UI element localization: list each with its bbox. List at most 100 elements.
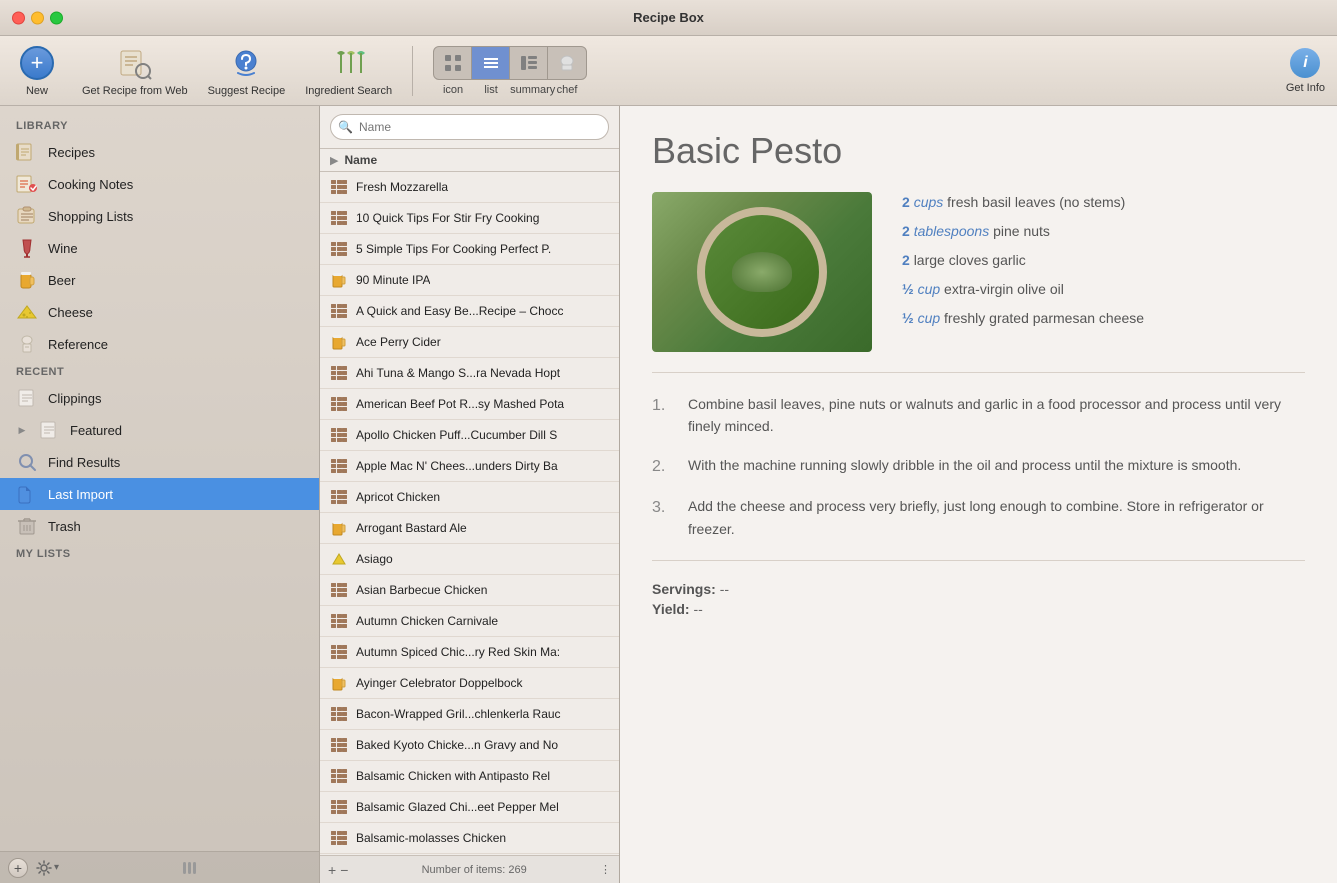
add-item-button[interactable]: + — [328, 862, 336, 878]
traffic-lights — [12, 11, 63, 24]
ingredient-description: extra-virgin olive oil — [944, 281, 1064, 297]
ingredient-amount: 2 — [902, 223, 910, 239]
ingredient-search-button[interactable]: Ingredient Search — [305, 45, 392, 97]
list-item[interactable]: Ace Perry Cider — [320, 327, 619, 358]
ingredient-item: ½ cup freshly grated parmesan cheese — [902, 308, 1305, 329]
sidebar-item-shopping-lists-label: Shopping Lists — [48, 209, 133, 224]
list-search-area: 🔍 — [320, 106, 619, 149]
close-button[interactable] — [12, 11, 25, 24]
list-item-name: Autumn Spiced Chic...ry Red Skin Ma: — [356, 645, 560, 659]
list-item[interactable]: 90 Minute IPA — [320, 265, 619, 296]
list-item-name: Arrogant Bastard Ale — [356, 521, 467, 535]
list-footer-right: ⋮ — [600, 863, 611, 876]
list-item[interactable]: 10 Quick Tips For Stir Fry Cooking — [320, 203, 619, 234]
list-item[interactable]: Arrogant Bastard Ale — [320, 513, 619, 544]
get-recipe-icon — [117, 45, 153, 81]
view-chef-label: chef — [548, 84, 586, 96]
sidebar-item-wine[interactable]: Wine — [0, 232, 319, 264]
shopping-lists-icon — [16, 205, 38, 227]
view-chef-button[interactable] — [548, 47, 586, 79]
view-summary-label: summary — [510, 84, 548, 96]
list-item[interactable]: Fresh Mozzarella — [320, 172, 619, 203]
get-recipe-button[interactable]: Get Recipe from Web — [82, 45, 188, 97]
list-item-name: Ace Perry Cider — [356, 335, 441, 349]
list-item[interactable]: Asian Barbecue Chicken — [320, 575, 619, 606]
sidebar-item-beer[interactable]: Beer — [0, 264, 319, 296]
sidebar-item-cooking-notes[interactable]: Cooking Notes — [0, 168, 319, 200]
view-summary-button[interactable] — [510, 47, 548, 79]
ingredient-item: 2 large cloves garlic — [902, 250, 1305, 271]
view-icon-button[interactable] — [434, 47, 472, 79]
search-input[interactable] — [330, 114, 609, 140]
sidebar-item-clippings[interactable]: Clippings — [0, 382, 319, 414]
list-item[interactable]: Autumn Spiced Chic...ry Red Skin Ma: — [320, 637, 619, 668]
list-item[interactable]: Autumn Chicken Carnivale — [320, 606, 619, 637]
list-item[interactable]: A Quick and Easy Be...Recipe – Chocc — [320, 296, 619, 327]
view-list-label: list — [472, 84, 510, 96]
list-item-type-icon — [330, 767, 348, 785]
reference-icon — [16, 333, 38, 355]
ingredient-unit: cup — [918, 310, 941, 326]
featured-expand-icon: ▶ — [16, 424, 28, 436]
sidebar-item-last-import[interactable]: Last Import — [0, 478, 319, 510]
suggest-recipe-button[interactable]: Suggest Recipe — [208, 45, 286, 97]
list-item-name: 10 Quick Tips For Stir Fry Cooking — [356, 211, 539, 225]
maximize-button[interactable] — [50, 11, 63, 24]
clippings-icon — [16, 387, 38, 409]
ingredient-amount: ½ — [902, 281, 914, 297]
list-item-type-icon — [330, 829, 348, 847]
sidebar-item-recipes[interactable]: Recipes — [0, 136, 319, 168]
gear-button[interactable]: ▾ — [36, 860, 59, 876]
list-item[interactable]: Apple Mac N' Chees...unders Dirty Ba — [320, 451, 619, 482]
list-item[interactable]: Balsamic Chicken with Antipasto Rel — [320, 761, 619, 792]
list-item[interactable]: American Beef Pot R...sy Mashed Pota — [320, 389, 619, 420]
list-item[interactable]: Apollo Chicken Puff...Cucumber Dill S — [320, 420, 619, 451]
remove-item-button[interactable]: − — [340, 862, 348, 878]
sidebar-content: LIBRARY Recipes — [0, 106, 319, 851]
view-list-button[interactable] — [472, 47, 510, 79]
list-item[interactable]: Bacon-Wrapped Gril...chlenkerla Rauc — [320, 699, 619, 730]
ingredient-description: large cloves garlic — [914, 252, 1026, 268]
sidebar-item-shopping-lists[interactable]: Shopping Lists — [0, 200, 319, 232]
get-info-button[interactable]: i Get Info — [1286, 48, 1325, 94]
sidebar-item-cheese[interactable]: Cheese — [0, 296, 319, 328]
resize-handle[interactable]: ⋮ — [600, 863, 611, 876]
list-item-type-icon — [330, 798, 348, 816]
sidebar-item-featured[interactable]: ▶ Featured — [0, 414, 319, 446]
new-button[interactable]: + New — [12, 45, 62, 97]
list-item-name: 90 Minute IPA — [356, 273, 430, 287]
list-item[interactable]: Baked Kyoto Chicke...n Gravy and No — [320, 730, 619, 761]
list-item[interactable]: Ayinger Celebrator Doppelbock — [320, 668, 619, 699]
pesto-circle — [697, 207, 827, 337]
get-info-icon: i — [1290, 48, 1320, 78]
sidebar-item-trash[interactable]: Trash — [0, 510, 319, 542]
sidebar-item-clippings-label: Clippings — [48, 391, 101, 406]
list-item[interactable]: Balsamic Glazed Chi...eet Pepper Mel — [320, 792, 619, 823]
list-item[interactable]: 5 Simple Tips For Cooking Perfect P. — [320, 234, 619, 265]
recipe-ingredients: 2 cups fresh basil leaves (no stems)2 ta… — [902, 192, 1305, 352]
list-item[interactable]: Apricot Chicken — [320, 482, 619, 513]
list-item-name: Ahi Tuna & Mango S...ra Nevada Hopt — [356, 366, 560, 380]
list-item[interactable]: Ahi Tuna & Mango S...ra Nevada Hopt — [320, 358, 619, 389]
sidebar-item-reference[interactable]: Reference — [0, 328, 319, 360]
pesto-mound — [732, 252, 792, 292]
list-item[interactable]: Asiago — [320, 544, 619, 575]
list-item[interactable]: Balsamic-molasses Chicken — [320, 823, 619, 854]
ingredient-description: freshly grated parmesan cheese — [944, 310, 1144, 326]
list-item-name: Apple Mac N' Chees...unders Dirty Ba — [356, 459, 558, 473]
sidebar-item-featured-label: Featured — [70, 423, 122, 438]
step-text: With the machine running slowly dribble … — [688, 454, 1241, 480]
suggest-recipe-label: Suggest Recipe — [208, 85, 286, 97]
ingredient-unit: cup — [918, 281, 941, 297]
list-item-type-icon — [330, 674, 348, 692]
detail-panel: Basic Pesto 2 cups fresh basil leaves (n… — [620, 106, 1337, 883]
step-text: Combine basil leaves, pine nuts or walnu… — [688, 393, 1305, 438]
find-results-icon — [16, 451, 38, 473]
list-item-type-icon — [330, 643, 348, 661]
sidebar-item-find-results[interactable]: Find Results — [0, 446, 319, 478]
add-list-button[interactable]: + — [8, 858, 28, 878]
sidebar-item-trash-label: Trash — [48, 519, 81, 534]
main-area: LIBRARY Recipes — [0, 106, 1337, 883]
minimize-button[interactable] — [31, 11, 44, 24]
list-item-type-icon — [330, 240, 348, 258]
